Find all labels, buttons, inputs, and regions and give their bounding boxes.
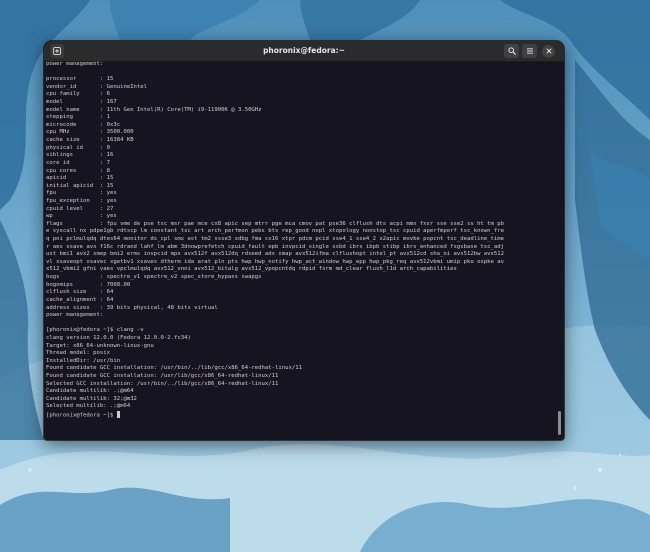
search-icon: [507, 47, 516, 55]
text-cursor: [116, 411, 121, 418]
menu-button[interactable]: [522, 44, 537, 58]
window-titlebar[interactable]: phoronix@fedora:~: [44, 41, 564, 62]
close-icon: [546, 48, 551, 54]
terminal-content[interactable]: power management: processor : 15 vendor_…: [44, 61, 564, 440]
hamburger-menu-icon: [526, 48, 533, 54]
shell-prompt: [phoronix@fedora ~]$: [46, 412, 117, 419]
terminal-window[interactable]: phoronix@fedora:~ power management: proc…: [44, 41, 564, 440]
command-output: power management: processor : 15 vendor_…: [46, 61, 505, 410]
new-tab-icon: [53, 47, 61, 55]
search-button[interactable]: [504, 44, 519, 58]
close-button[interactable]: [542, 44, 555, 58]
scrollbar-thumb[interactable]: [558, 411, 561, 435]
new-tab-button[interactable]: [50, 44, 64, 58]
window-title: phoronix@fedora:~: [263, 46, 345, 55]
terminal-output: power management: processor : 15 vendor_…: [46, 61, 556, 420]
terminal-scrollbar[interactable]: [557, 65, 562, 437]
